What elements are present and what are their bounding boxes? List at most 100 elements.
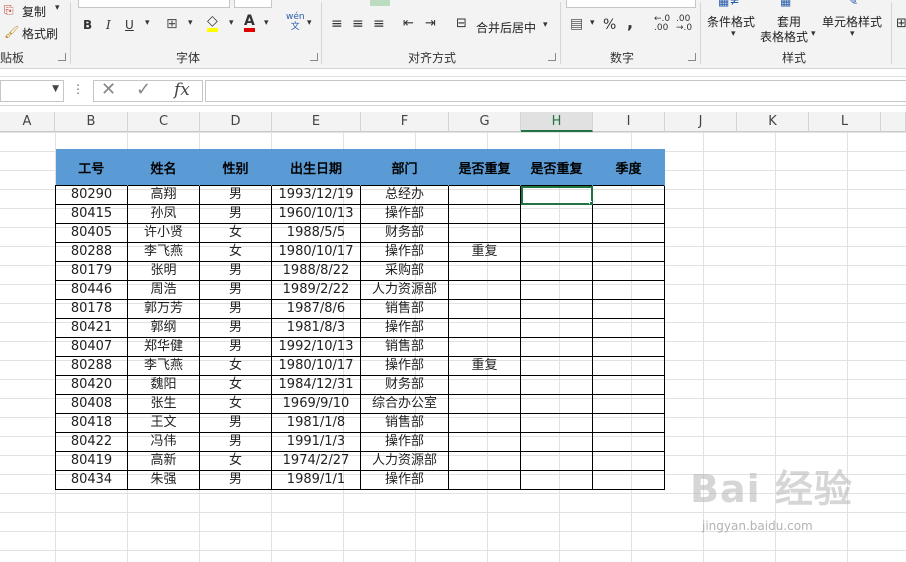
table-cell[interactable]: 1992/10/13 [271, 337, 361, 357]
underline-button[interactable]: U [125, 18, 134, 32]
column-header-e[interactable]: E [272, 112, 361, 132]
table-cell[interactable]: 李飞燕 [127, 242, 200, 262]
table-cell[interactable]: 女 [199, 451, 272, 471]
table-cell[interactable]: 女 [199, 394, 272, 414]
table-cell[interactable] [592, 242, 665, 262]
table-cell[interactable]: 1987/8/6 [271, 299, 361, 319]
table-cell[interactable]: 财务部 [360, 223, 449, 243]
table-cell[interactable] [592, 280, 665, 300]
table-cell[interactable]: 操作部 [360, 242, 449, 262]
table-cell[interactable] [448, 261, 521, 281]
table-cell[interactable] [520, 451, 593, 471]
table-cell[interactable] [520, 280, 593, 300]
table-cell[interactable]: 80446 [55, 280, 128, 300]
table-cell[interactable]: 80421 [55, 318, 128, 338]
table-cell[interactable] [448, 204, 521, 224]
table-cell[interactable] [448, 223, 521, 243]
format-table-button-line2[interactable]: 表格格式 [760, 28, 808, 45]
table-cell[interactable] [592, 375, 665, 395]
selected-cell[interactable] [520, 185, 593, 205]
table-cell[interactable]: 男 [199, 299, 272, 319]
table-cell[interactable]: 男 [199, 261, 272, 281]
table-cell[interactable]: 操作部 [360, 318, 449, 338]
border-icon[interactable]: ⊞ [166, 16, 178, 32]
format-table-dropdown-icon[interactable]: ▾ [811, 29, 816, 39]
comma-button[interactable]: , [627, 13, 633, 32]
italic-button[interactable]: I [106, 18, 111, 32]
font-name-box[interactable] [78, 0, 230, 8]
table-cell[interactable]: 女 [199, 375, 272, 395]
table-cell[interactable]: 80290 [55, 185, 128, 205]
confirm-icon[interactable]: ✓ [136, 79, 151, 100]
font-color-dropdown-icon[interactable]: ▾ [264, 18, 269, 28]
table-cell[interactable]: 男 [199, 318, 272, 338]
column-header-j[interactable]: J [665, 112, 737, 132]
column-header-a[interactable]: A [0, 112, 55, 132]
increase-indent-icon[interactable]: ⇥ [425, 16, 436, 31]
table-cell[interactable]: 操作部 [360, 432, 449, 452]
table-cell[interactable]: 高翔 [127, 185, 200, 205]
alignment-launcher-icon[interactable] [548, 53, 556, 61]
table-cell[interactable]: 男 [199, 432, 272, 452]
table-cell[interactable] [520, 356, 593, 376]
column-header-i[interactable]: I [593, 112, 665, 132]
table-cell[interactable]: 80422 [55, 432, 128, 452]
table-cell[interactable]: 重复 [448, 242, 521, 262]
table-cell[interactable]: 1989/2/22 [271, 280, 361, 300]
table-cell[interactable]: 女 [199, 242, 272, 262]
table-cell[interactable]: 重复 [448, 356, 521, 376]
table-cell[interactable]: 操作部 [360, 204, 449, 224]
table-cell[interactable]: 80288 [55, 242, 128, 262]
conditional-dropdown-icon[interactable]: ▾ [731, 29, 736, 39]
table-cell[interactable] [520, 204, 593, 224]
table-cell[interactable] [592, 394, 665, 414]
column-header-k[interactable]: K [737, 112, 809, 132]
align-center-icon[interactable]: ≡ [352, 16, 364, 32]
number-format-box[interactable] [566, 0, 696, 8]
border-dropdown-icon[interactable]: ▾ [188, 18, 193, 28]
formula-input[interactable] [205, 80, 906, 102]
table-cell[interactable]: 1981/8/3 [271, 318, 361, 338]
name-box[interactable]: ▼ [0, 80, 64, 102]
table-cell[interactable]: 1980/10/17 [271, 242, 361, 262]
table-cell[interactable]: 男 [199, 204, 272, 224]
header-cell[interactable]: 季度 [592, 149, 665, 186]
table-cell[interactable]: 李飞燕 [127, 356, 200, 376]
column-header-c[interactable]: C [128, 112, 200, 132]
accounting-icon[interactable]: ▤ [570, 16, 583, 32]
align-left-icon[interactable]: ≡ [331, 16, 343, 32]
phonetic-icon[interactable]: wén 文 [286, 12, 305, 32]
table-cell[interactable] [592, 299, 665, 319]
table-cell[interactable] [520, 394, 593, 414]
cancel-icon[interactable]: ✕ [101, 79, 116, 100]
table-cell[interactable] [520, 318, 593, 338]
table-cell[interactable]: 周浩 [127, 280, 200, 300]
table-cell[interactable] [520, 470, 593, 490]
table-cell[interactable] [520, 242, 593, 262]
copy-icon[interactable]: ⎘ [4, 3, 14, 18]
table-cell[interactable]: 1960/10/13 [271, 204, 361, 224]
cell-styles-button[interactable]: 单元格样式 [822, 13, 882, 30]
table-cell[interactable]: 1993/12/19 [271, 185, 361, 205]
table-cell[interactable]: 女 [199, 223, 272, 243]
table-cell[interactable] [448, 470, 521, 490]
table-cell[interactable] [592, 337, 665, 357]
table-cell[interactable]: 男 [199, 413, 272, 433]
table-cell[interactable]: 综合办公室 [360, 394, 449, 414]
table-cell[interactable]: 80405 [55, 223, 128, 243]
table-cell[interactable] [448, 299, 521, 319]
table-cell[interactable]: 80419 [55, 451, 128, 471]
table-cell[interactable]: 张明 [127, 261, 200, 281]
insert-icon[interactable]: ⊞ [896, 16, 906, 31]
table-cell[interactable]: 80178 [55, 299, 128, 319]
accounting-dropdown-icon[interactable]: ▾ [590, 18, 595, 28]
number-launcher-icon[interactable] [688, 53, 696, 61]
table-cell[interactable] [448, 280, 521, 300]
table-cell[interactable]: 1991/1/3 [271, 432, 361, 452]
format-painter-icon[interactable]: 🖌 [4, 25, 19, 39]
table-cell[interactable] [592, 413, 665, 433]
column-header-f[interactable]: F [361, 112, 449, 132]
table-cell[interactable] [520, 337, 593, 357]
table-cell[interactable]: 销售部 [360, 299, 449, 319]
table-cell[interactable]: 女 [199, 356, 272, 376]
